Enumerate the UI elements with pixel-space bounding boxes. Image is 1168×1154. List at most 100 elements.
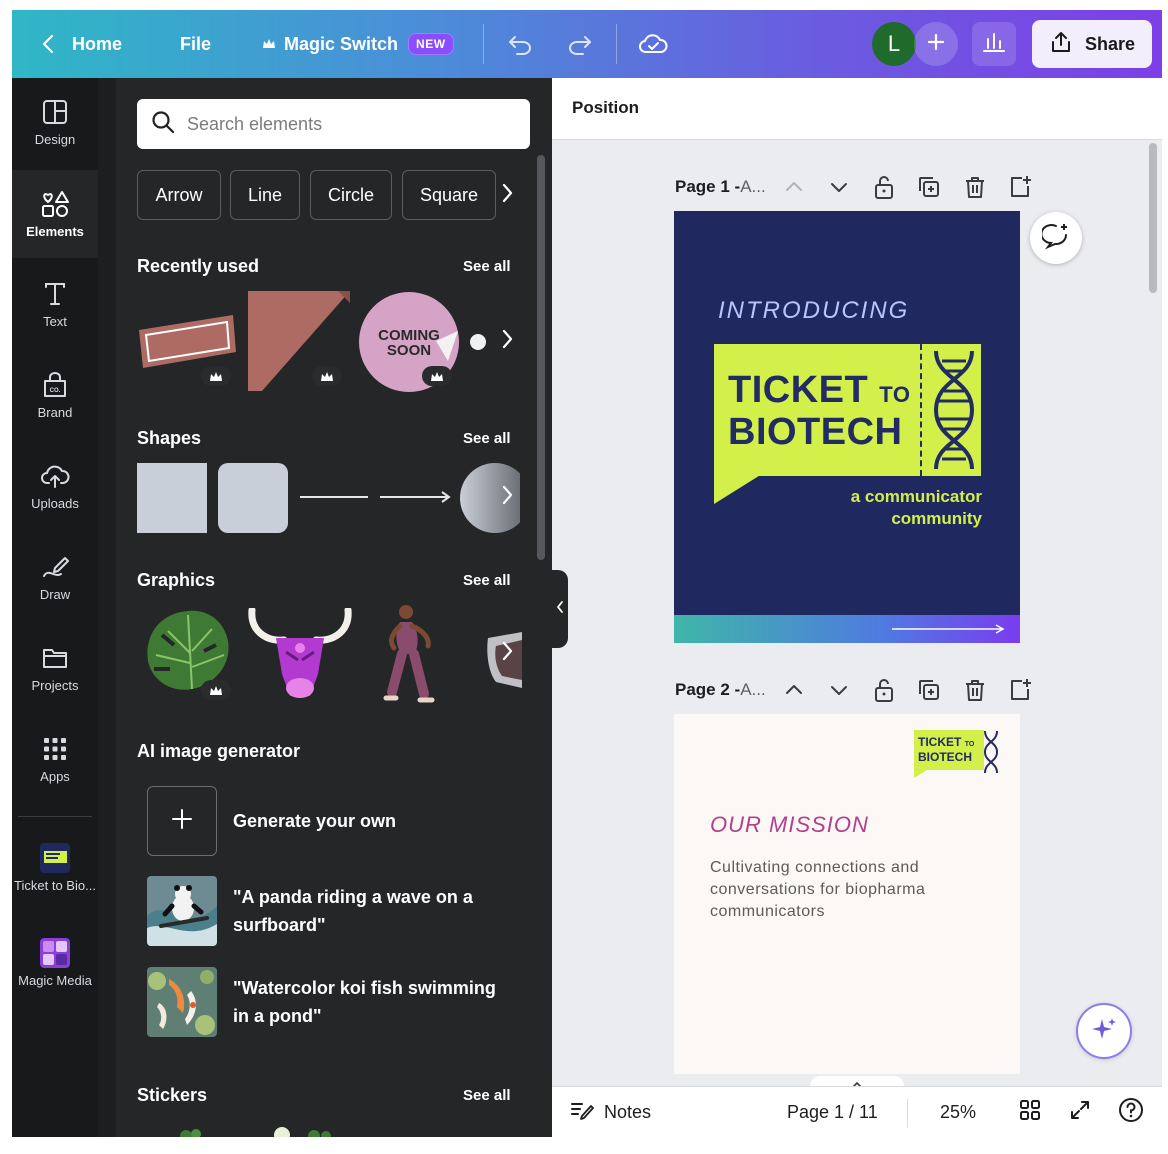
page-2-canvas[interactable]: TICKET TO BIOTECH OUR MISSION Cultivatin… (674, 714, 1020, 1074)
our-mission-heading[interactable]: OUR MISSION (710, 812, 869, 838)
graphic-bull-head[interactable] (248, 606, 352, 702)
see-all-stickers[interactable]: See all (463, 1087, 511, 1104)
add-page-button[interactable] (1008, 174, 1032, 198)
fullscreen-button[interactable] (1069, 1087, 1091, 1137)
see-all-graphics[interactable]: See all (463, 572, 511, 589)
rail-item-ticket-to-biotech-app[interactable]: Ticket to Bio... (12, 824, 98, 912)
canvas-scrollbar[interactable] (1149, 143, 1157, 293)
page-header-1: Page 1 - A... (675, 177, 766, 197)
chip-square[interactable]: Square (402, 170, 496, 220)
rail-item-magic-media[interactable]: Magic Media (12, 919, 98, 1007)
page-up-button[interactable] (783, 176, 805, 198)
graphics-next-button[interactable] (496, 641, 518, 666)
page-name[interactable]: A... (740, 680, 766, 700)
avatar[interactable]: L (872, 22, 916, 66)
rail-item-apps[interactable]: Apps (12, 715, 98, 803)
rail-item-projects[interactable]: Projects (12, 624, 98, 712)
page-down-button[interactable] (828, 176, 850, 198)
rail-label: Projects (31, 677, 79, 693)
panel-scrollbar[interactable] (537, 155, 545, 560)
chip-circle[interactable]: Circle (310, 170, 392, 220)
share-button[interactable]: Share (1032, 20, 1152, 68)
shapes-next-button[interactable] (496, 485, 518, 508)
see-all-shapes[interactable]: See all (463, 430, 511, 447)
premium-crown-icon (201, 680, 231, 700)
grid-view-button[interactable] (1019, 1087, 1041, 1137)
shape-line[interactable] (300, 496, 368, 498)
recent-element-dot[interactable] (470, 334, 486, 350)
title-line-2[interactable]: BIOTECH (728, 411, 903, 454)
undo-button[interactable] (507, 10, 533, 78)
rail-item-elements[interactable]: Elements (12, 170, 98, 258)
shape-rounded-square[interactable] (218, 463, 288, 533)
upload-icon (1049, 30, 1073, 59)
ai-prompt-koi-row[interactable]: "Watercolor koi fish swimming in a pond" (147, 967, 503, 1037)
home-button[interactable]: Home (42, 10, 122, 78)
section-title-shapes: Shapes (137, 428, 202, 448)
rail-item-brand[interactable]: CO. Brand (12, 351, 98, 439)
chip-label: Line (247, 184, 283, 205)
ai-prompt-panda-row[interactable]: "A panda riding a wave on a surfboard" (147, 876, 503, 946)
shape-square[interactable] (137, 463, 207, 533)
redo-button[interactable] (567, 10, 593, 78)
rail-item-text[interactable]: Text (12, 260, 98, 348)
page-indicator[interactable]: Page 1 / 11 (787, 1087, 878, 1137)
magic-switch-button[interactable]: Magic Switch NEW (262, 10, 454, 78)
rail-label: Magic Media (18, 972, 92, 988)
sticker-preview[interactable] (264, 1122, 344, 1137)
add-comment-button[interactable] (1030, 212, 1082, 264)
page-down-button[interactable] (828, 679, 850, 701)
chip-line[interactable]: Line (230, 170, 300, 220)
recent-next-button[interactable] (496, 329, 518, 352)
rail-item-uploads[interactable]: Uploads (12, 442, 98, 530)
notes-button[interactable]: Notes (570, 1087, 651, 1137)
page-name[interactable]: A... (740, 177, 766, 197)
chip-label: Arrow (155, 184, 203, 205)
logo-to: TO (964, 741, 975, 748)
delete-page-button[interactable] (963, 175, 987, 199)
page-up-button[interactable] (783, 679, 805, 701)
help-button[interactable] (1118, 1087, 1144, 1137)
lock-page-button[interactable] (872, 174, 896, 200)
duplicate-page-button[interactable] (917, 175, 941, 199)
title-line-1[interactable]: TICKET TO (728, 369, 910, 412)
zoom-control[interactable]: 25% (940, 1087, 976, 1137)
chip-arrow[interactable]: Arrow (137, 170, 221, 220)
gradient-footer-bar[interactable] (674, 615, 1020, 643)
lock-page-button[interactable] (872, 677, 896, 703)
ai-generate-own-row[interactable]: Generate your own (147, 786, 503, 856)
duplicate-page-button[interactable] (917, 678, 941, 702)
chevron-right-icon (501, 641, 513, 666)
rail-item-draw[interactable]: Draw (12, 533, 98, 621)
shape-arrow-line[interactable] (380, 488, 452, 506)
tagline-line-1: a communicator (850, 487, 982, 506)
add-page-button[interactable] (1008, 677, 1032, 701)
generate-own-button[interactable] (147, 786, 217, 856)
mission-body-text[interactable]: Cultivating connections and conversation… (710, 857, 970, 923)
chips-next-button[interactable] (496, 183, 518, 206)
add-collaborator-button[interactable] (914, 22, 958, 66)
graphic-dancing-woman[interactable] (378, 602, 444, 706)
rail-item-design[interactable]: Design (12, 78, 98, 166)
search-input[interactable] (187, 113, 507, 135)
sparkle-icon (1090, 1015, 1118, 1048)
collapse-panel-button[interactable] (552, 570, 568, 648)
search-box[interactable] (137, 99, 530, 149)
see-all-recently-used[interactable]: See all (463, 258, 511, 275)
tagline[interactable]: a communicator community (851, 486, 982, 530)
recent-element-frame[interactable] (137, 310, 237, 370)
rail-label: Elements (26, 223, 84, 239)
position-button[interactable]: Position (572, 98, 639, 118)
page-1-canvas[interactable]: INTRODUCING TICKET TO BIOTECH a communic… (674, 211, 1020, 643)
file-menu-button[interactable]: File (180, 10, 211, 78)
introducing-text[interactable]: INTRODUCING (718, 297, 909, 325)
ticket-to-biotech-logo[interactable]: TICKET TO BIOTECH (914, 730, 1000, 780)
save-status-button[interactable] (638, 10, 668, 78)
redo-icon (567, 33, 593, 55)
insights-button[interactable] (972, 22, 1016, 66)
magic-assistant-button[interactable] (1076, 1003, 1132, 1059)
sticker-preview[interactable] (172, 1124, 212, 1137)
bar-chart-icon (982, 31, 1006, 58)
delete-page-button[interactable] (963, 678, 987, 702)
footer-bar: Notes Page 1 / 11 25% (552, 1086, 1162, 1137)
